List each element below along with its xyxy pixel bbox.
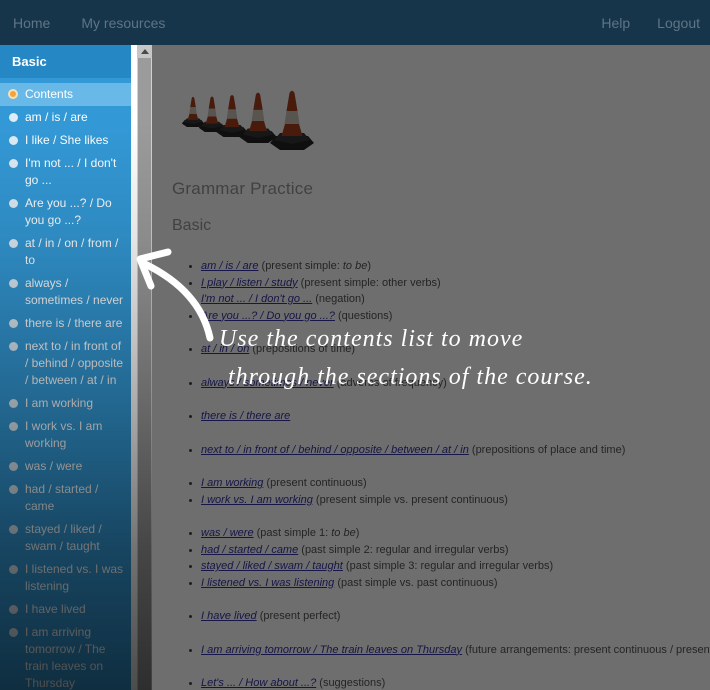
dim-overlay-content <box>152 45 710 690</box>
nav-link-home[interactable]: Home <box>13 15 50 31</box>
nav-right-group: Help Logout <box>601 15 710 31</box>
nav-link-my-resources[interactable]: My resources <box>81 15 165 31</box>
nav-left-group: Home My resources <box>0 15 165 31</box>
top-nav-bar: Home My resources Help Logout <box>0 0 710 45</box>
nav-link-help[interactable]: Help <box>601 15 630 31</box>
dim-overlay-sidebar <box>0 45 152 690</box>
nav-link-logout[interactable]: Logout <box>657 15 700 31</box>
